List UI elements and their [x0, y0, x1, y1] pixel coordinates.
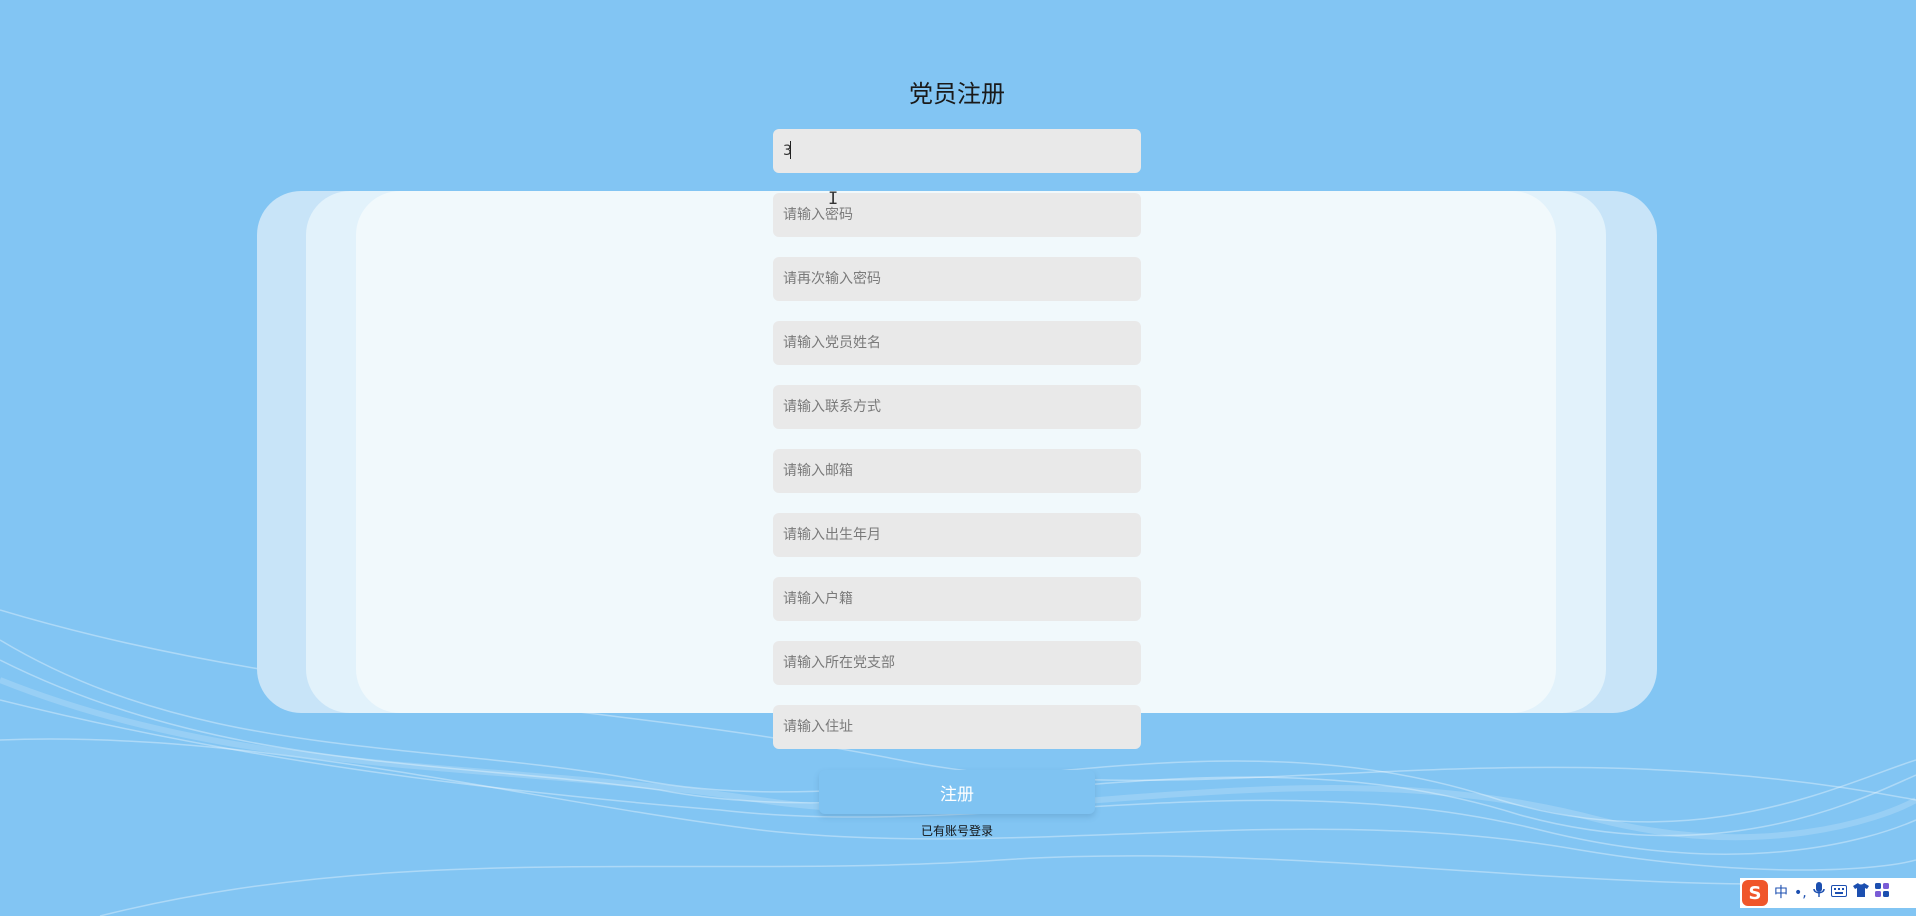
email-input[interactable] [773, 449, 1141, 493]
ime-punctuation-toggle[interactable]: •, [1794, 883, 1807, 903]
ime-mode-toggle[interactable]: 中 [1774, 883, 1788, 903]
contact-input[interactable] [773, 385, 1141, 429]
party-branch-input[interactable] [773, 641, 1141, 685]
confirm-password-input[interactable] [773, 257, 1141, 301]
register-button[interactable]: 注册 [819, 770, 1095, 814]
member-name-input[interactable] [773, 321, 1141, 365]
birth-date-input[interactable] [773, 513, 1141, 557]
shirt-icon[interactable] [1852, 883, 1869, 903]
ime-toolbar: S 中 •, [1740, 878, 1916, 908]
page-title: 党员注册 [909, 80, 1005, 108]
keyboard-icon[interactable] [1830, 883, 1847, 903]
microphone-icon[interactable] [1812, 882, 1825, 904]
account-input[interactable] [773, 129, 1141, 173]
text-caret [790, 141, 791, 159]
household-registration-input[interactable] [773, 577, 1141, 621]
sogou-logo-icon[interactable]: S [1742, 880, 1768, 906]
address-input[interactable] [773, 705, 1141, 749]
login-link[interactable]: 已有账号登录 [773, 823, 1141, 839]
ibeam-cursor-icon: I [828, 189, 839, 209]
grid-icon[interactable] [1874, 883, 1889, 903]
